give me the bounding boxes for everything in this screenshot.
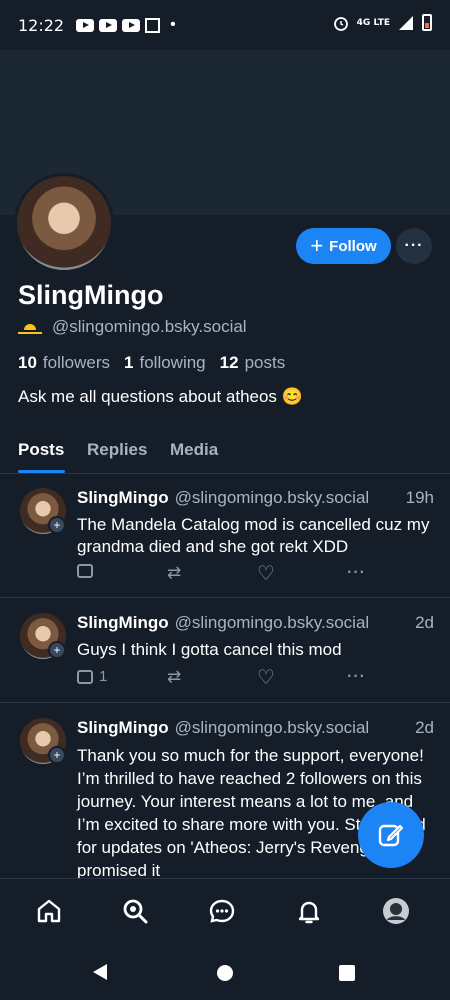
post-more-button[interactable]: ··· [347,668,366,686]
post-time: 19h [405,488,434,507]
reply-icon [77,564,93,578]
post-header: SlingMingo @slingomingo.bsky.social 2d [77,718,434,738]
status-time: 12:22 [18,15,65,35]
posts-label: posts [244,353,286,372]
post-author[interactable]: SlingMingo [77,718,169,737]
chat-icon [209,899,235,923]
youtube-icon [122,18,141,32]
system-navigation-bar [0,944,450,1000]
network-label: 4G LTE [356,17,390,28]
recents-icon[interactable] [339,965,355,981]
news-icon [145,17,161,33]
like-button[interactable]: ♡ [257,668,275,688]
tab-replies[interactable]: Replies [87,440,147,460]
reply-button[interactable]: 1 [77,668,107,685]
post-item[interactable]: + SlingMingo @slingomingo.bsky.social 2d … [0,599,450,703]
youtube-icon [76,18,95,32]
follow-label: Follow [329,237,377,255]
tab-media[interactable]: Media [170,440,218,460]
more-icon: ··· [347,668,366,685]
nav-search-button[interactable] [119,895,151,927]
display-name: SlingMingo [18,280,164,310]
repost-button[interactable]: ⇄ [167,668,181,685]
post-actions: 1 ⇄ ♡ ··· [77,668,377,690]
profile-avatar[interactable] [14,173,114,273]
more-icon: ··· [347,564,366,581]
plus-icon: + [310,233,324,258]
bell-icon [298,901,320,924]
following-label[interactable]: following [139,353,205,373]
active-tab-indicator [18,470,65,473]
back-icon[interactable] [93,964,107,980]
followers-count[interactable]: 10 [18,353,37,373]
like-button[interactable]: ♡ [257,564,275,584]
compose-button[interactable] [358,802,424,868]
sunrise-icon [18,319,42,335]
post-item[interactable]: + SlingMingo @slingomingo.bsky.social 19h… [0,474,450,598]
reply-icon [77,669,93,684]
compose-icon [378,824,404,847]
nav-profile-button[interactable] [380,895,412,927]
post-text: Guys I think I gotta cancel this mod [77,640,342,659]
repost-button[interactable]: ⇄ [167,564,181,581]
nav-home-button[interactable] [33,895,65,927]
search-icon [123,899,148,924]
post-time: 2d [415,613,434,632]
post-handle[interactable]: @slingomingo.bsky.social [175,613,370,632]
profile-bio: Ask me all questions about atheos 😊 [18,387,303,406]
home-circle-icon[interactable] [217,965,233,981]
notification-dot: • [170,16,176,33]
youtube-icon [99,18,118,32]
post-handle[interactable]: @slingomingo.bsky.social [175,488,370,507]
status-icons: 4G LTE [333,14,432,31]
repost-icon: ⇄ [167,667,182,686]
post-header: SlingMingo @slingomingo.bsky.social 19h [77,488,434,508]
heart-icon: ♡ [257,667,275,689]
followers-label[interactable]: followers [43,353,110,373]
tab-posts[interactable]: Posts [18,440,64,460]
nav-notifications-button[interactable] [293,895,325,927]
profile-handle: @slingomingo.bsky.social [52,317,247,336]
post-header: SlingMingo @slingomingo.bsky.social 2d [77,613,434,633]
signal-icon [399,15,413,30]
post-actions: ⇄ ♡ ··· [77,564,377,586]
follow-plus-icon[interactable]: + [48,746,66,764]
following-count[interactable]: 1 [124,353,133,373]
follow-plus-icon[interactable]: + [48,641,66,659]
reply-button[interactable] [77,564,99,578]
repost-icon: ⇄ [167,563,182,582]
profile-tabs: Posts Replies Media [0,430,450,474]
status-bar: 12:22 • 4G LTE [0,0,450,50]
more-options-button[interactable]: ··· [396,228,432,264]
post-text: The Mandela Catalog mod is cancelled cuz… [77,515,430,556]
follow-plus-icon[interactable]: + [48,516,66,534]
alarm-icon [333,16,348,31]
home-icon [37,899,61,923]
post-author[interactable]: SlingMingo [77,613,169,632]
post-handle[interactable]: @slingomingo.bsky.social [175,718,370,737]
post-more-button[interactable]: ··· [347,564,366,582]
profile-avatar-icon [383,898,409,924]
profile-stats: 10 followers 1 following 12 posts [18,353,285,373]
battery-icon [422,14,432,31]
nav-chat-button[interactable] [206,895,238,927]
handle-row: @slingomingo.bsky.social [18,317,247,337]
bottom-navigation [0,878,450,944]
posts-count: 12 [219,353,239,372]
follow-button[interactable]: + Follow [296,228,391,264]
reply-count: 1 [99,668,108,685]
post-author[interactable]: SlingMingo [77,488,169,507]
heart-icon: ♡ [257,563,275,585]
post-time: 2d [415,718,434,737]
